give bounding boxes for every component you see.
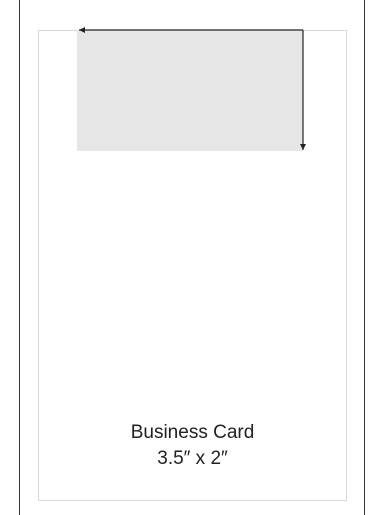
- caption-dimensions: 3.5″ x 2″: [157, 448, 228, 469]
- card-caption: Business Card 3.5″ x 2″: [38, 420, 347, 472]
- caption-title: Business Card: [130, 422, 255, 443]
